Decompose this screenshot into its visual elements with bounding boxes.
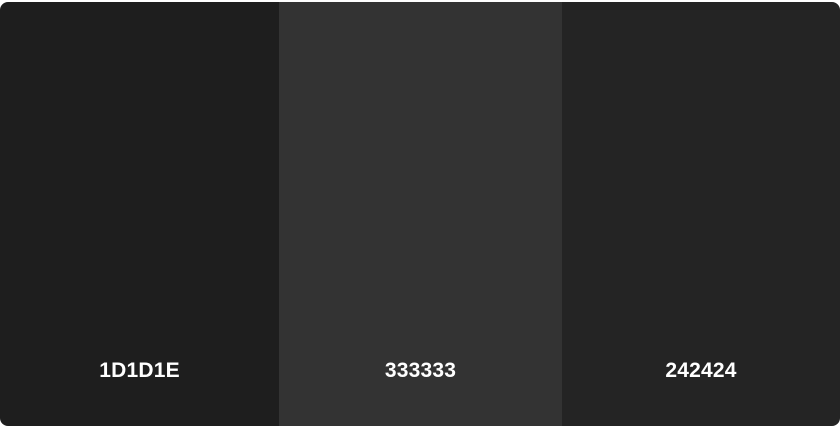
color-swatch-3[interactable]: 242424 <box>562 2 840 426</box>
color-swatch-1[interactable]: 1D1D1E <box>0 2 279 426</box>
swatch-hex-label: 333333 <box>384 359 457 382</box>
swatch-hex-label: 1D1D1E <box>99 359 180 382</box>
color-swatch-2[interactable]: 333333 <box>279 2 562 426</box>
swatch-hex-label: 242424 <box>665 359 737 382</box>
color-palette: 1D1D1E 333333 242424 <box>0 2 840 426</box>
